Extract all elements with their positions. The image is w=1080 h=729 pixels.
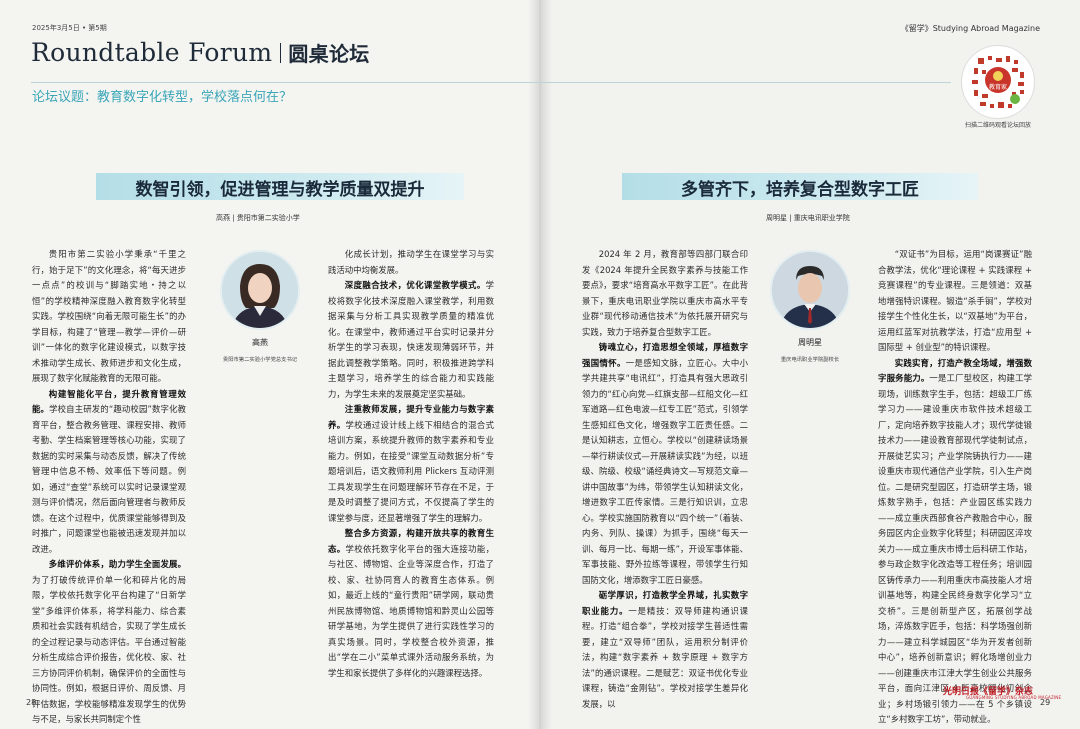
forum-topic: 论坛议题：教育数字化转型，学校落点何在？ [32, 90, 293, 105]
magazine-name: 《留学》Studying Abroad Magazine [900, 24, 1040, 33]
page-gutter [528, 0, 552, 729]
paragraph: 化成长计划，推动学生在课堂学习与实践活动中均衡发展。 [328, 249, 494, 275]
paragraph: “双证书”为目标，运用“岗课赛证”融合教学法，优化“理论课程 + 实践课程 + … [878, 249, 1032, 352]
paragraph: 2024 年 2 月，教育部等四部门联合印发《2024 年提升全民数字素养与技能… [582, 249, 748, 337]
paragraph: 深度融合技术，优化课堂教学模式。学校将数字化技术深度融入课堂教学，利用数据采集与… [328, 280, 494, 399]
paragraph: 注重教师发展，提升专业能力与数字素养。学校通过设计线上线下相结合的混合式培训方案… [328, 404, 495, 523]
qr-code-icon[interactable]: 教育家 [961, 45, 1035, 119]
right-byline: 周明星 | 重庆电讯职业学院 [766, 214, 850, 222]
author-name: 周明星 [798, 338, 822, 347]
qr-badge-text: 教育家 [989, 83, 1007, 91]
brand-subtitle: GUANGMING STUDYING ABROAD MAGAZINE [966, 695, 1062, 700]
right-headline: 多管齐下，培养复合型数字工匠 [681, 180, 919, 200]
left-headline: 数智引领，促进管理与教学质量双提升 [135, 180, 425, 200]
author-role: 重庆电讯职业学院副校长 [780, 357, 840, 363]
paragraph: 实践实育，打造产教全场域，增强数字服务能力。一是工厂型校区，构建工学现场，训练数… [878, 357, 1033, 725]
qr-caption: 扫描二维码观看论坛回放 [964, 122, 1031, 129]
author-portrait-icon [220, 250, 300, 330]
title-divider [280, 43, 282, 63]
page-number-left: 28 [26, 698, 37, 707]
author-role: 贵阳市第二实验小学党总支书记 [222, 357, 298, 363]
forum-title: Roundtable Forum 圆桌论坛 [31, 38, 370, 67]
left-headline-banner: 数智引领，促进管理与教学质量双提升 [96, 173, 464, 200]
author-name: 高燕 [252, 338, 268, 347]
paragraph: 整合多方资源，构建开放共享的教育生态。学校依托数字化平台的强大连接功能，与社区、… [328, 528, 495, 678]
left-article-col-1: 贵阳市第二实验小学秉承“千里之行，始于足下”的文化理念，将“每天进步一点点”的校… [32, 247, 186, 728]
left-byline: 高燕 | 贵阳市第二实验小学 [216, 214, 300, 222]
right-article-col-2: “双证书”为目标，运用“岗课赛证”融合教学法，优化“理论课程 + 实践课程 + … [878, 247, 1032, 728]
paragraph: 贵阳市第二实验小学秉承“千里之行，始于足下”的文化理念，将“每天进步一点点”的校… [32, 249, 186, 383]
paragraph: 构建智能化平台，提升教育管理效能。学校自主研发的“趣动校园”数字化教育平台，整合… [32, 388, 186, 554]
forum-title-cn: 圆桌论坛 [288, 42, 370, 66]
issue-date: 2025年3月5日 • 第5期 [32, 24, 107, 32]
paragraph: 铸魂立心，打造思想全领域，厚植数字强国情怀。一是感知文脉，立匠心。大中小学共建共… [582, 342, 749, 585]
paragraph: 砺学厚识，打造教学全界域，扎实数字职业能力。一是精技：双导师建构通识课程。打造“… [582, 590, 749, 709]
author-card-left: 高燕 贵阳市第二实验小学党总支书记 [214, 250, 306, 363]
author-card-right: 周明星 重庆电讯职业学院副校长 [764, 250, 856, 363]
paragraph: 多维评价体系，助力学生全面发展。为了打破传统评价单一化和碎片化的局限，学校依托数… [32, 559, 186, 724]
author-portrait-icon [770, 250, 850, 330]
magazine-spread: 2025年3月5日 • 第5期 《留学》Studying Abroad Maga… [0, 0, 1080, 729]
topic-divider [31, 82, 951, 83]
forum-title-en: Roundtable Forum [31, 38, 273, 67]
right-headline-banner: 多管齐下，培养复合型数字工匠 [622, 173, 978, 200]
left-article-col-2: 化成长计划，推动学生在课堂学习与实践活动中均衡发展。 深度融合技术，优化课堂教学… [328, 247, 494, 681]
right-article-col-1: 2024 年 2 月，教育部等四部门联合印发《2024 年提升全民数字素养与技能… [582, 247, 748, 712]
